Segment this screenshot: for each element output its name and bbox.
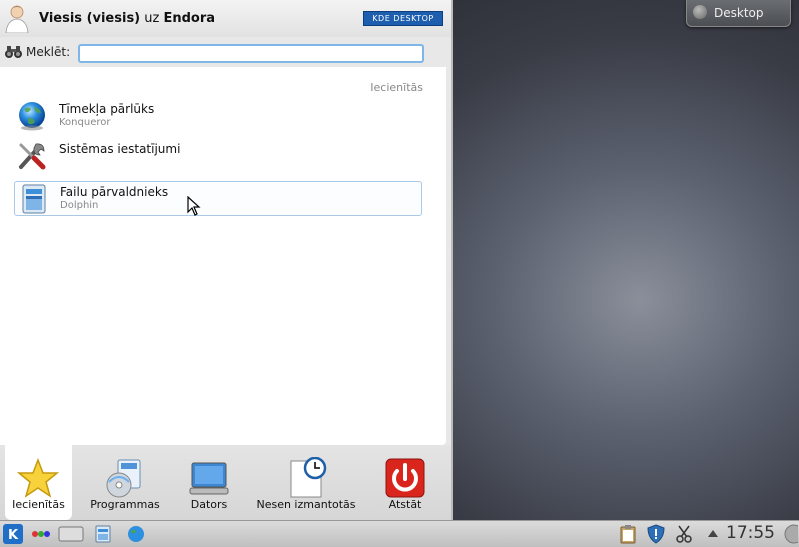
applications-icon — [106, 459, 141, 498]
host-name: Endora — [163, 11, 216, 26]
web-browser-launcher-icon[interactable] — [126, 524, 146, 544]
power-icon — [385, 458, 425, 498]
favorite-item-web-browser[interactable]: Tīmekļa pārlūks Konqueror — [14, 99, 420, 132]
recent-clock-icon — [290, 457, 327, 498]
user-info: Viesis (viesis) uz Endora — [39, 11, 215, 26]
user-connector: uz — [144, 11, 160, 26]
security-shield-icon[interactable] — [647, 524, 665, 544]
tab-favorites[interactable]: Iecienītās — [5, 445, 72, 520]
user-avatar-icon — [5, 5, 29, 33]
tab-leave[interactable]: Atstāt — [374, 445, 436, 520]
tab-computer[interactable]: Dators — [178, 445, 240, 520]
favorite-item-file-manager[interactable]: Failu pārvaldnieks Dolphin — [14, 181, 422, 216]
tab-label: Nesen izmantotās — [256, 498, 356, 511]
search-label: Meklēt: — [26, 45, 71, 59]
launcher-tabbar: Iecienītās Programmas Dators Nesen izman… — [0, 445, 451, 520]
file-manager-icon — [22, 184, 46, 214]
tools-icon — [19, 143, 46, 170]
activities-icon[interactable] — [30, 524, 52, 544]
computer-icon — [189, 462, 229, 495]
desktop-toolbox-button[interactable]: Desktop — [686, 0, 791, 27]
favorite-item-name: Tīmekļa pārlūks — [59, 102, 155, 116]
pager-icon[interactable] — [58, 524, 84, 544]
desktop-icon — [693, 5, 707, 19]
tab-label: Programmas — [90, 498, 160, 511]
clipboard-icon[interactable] — [619, 524, 637, 544]
tab-recently-used[interactable]: Nesen izmantotās — [254, 445, 358, 520]
tab-label: Dators — [190, 498, 228, 511]
desktop-button-label: Desktop — [714, 6, 764, 20]
launcher-header: Viesis (viesis) uz Endora KDE DESKTOP — [0, 0, 451, 37]
taskbar: K 17:55 — [0, 520, 799, 547]
launcher-edge — [451, 0, 453, 520]
mouse-cursor-icon — [187, 196, 201, 216]
kde-desktop-logo: KDE DESKTOP — [363, 11, 443, 26]
tab-applications[interactable]: Programmas — [86, 445, 164, 520]
kde-menu-icon[interactable]: K — [3, 524, 23, 544]
favorite-item-name: Sistēmas iestatījumi — [59, 142, 181, 156]
tab-label: Atstāt — [388, 498, 422, 511]
binoculars-icon — [5, 46, 22, 58]
user-display-name: Viesis (viesis) — [39, 11, 141, 26]
tab-label: Iecienītās — [12, 498, 65, 511]
scissors-icon[interactable] — [675, 524, 693, 544]
globe-icon — [19, 102, 45, 131]
svg-text:K: K — [8, 528, 19, 543]
file-manager-launcher-icon[interactable] — [94, 524, 112, 544]
search-bar: Meklēt: — [0, 37, 451, 67]
favorites-list: Iecienītās Tīmekļa pārlūks Konqueror Sis… — [0, 67, 446, 445]
section-label: Iecienītās — [370, 81, 423, 94]
favorite-item-subtitle: Dolphin — [60, 200, 99, 211]
favorite-item-name: Failu pārvaldnieks — [60, 185, 169, 199]
clock[interactable]: 17:55 — [726, 523, 775, 543]
panel-toolbox-icon[interactable] — [780, 524, 798, 544]
search-input[interactable] — [78, 44, 424, 63]
star-icon — [17, 457, 59, 498]
tray-expand-arrow-icon[interactable] — [706, 524, 720, 544]
favorite-item-subtitle: Konqueror — [59, 117, 111, 128]
favorite-item-system-settings[interactable]: Sistēmas iestatījumi — [14, 139, 420, 172]
kickoff-launcher: Viesis (viesis) uz Endora KDE DESKTOP Me… — [0, 0, 451, 520]
